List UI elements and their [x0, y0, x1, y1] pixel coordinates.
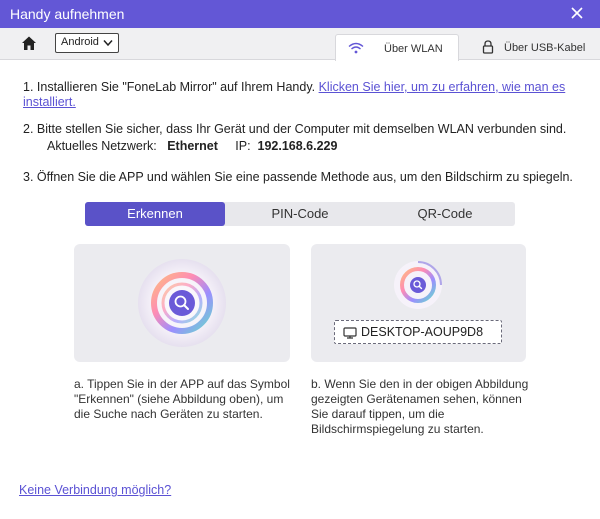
detect-illustration-card: [74, 244, 290, 362]
toolbar: Android Über WLAN Über USB-Kabel: [0, 28, 600, 61]
tab-wlan-label: Über WLAN: [384, 43, 443, 55]
network-label: Aktuelles Netzwerk:: [47, 139, 157, 153]
close-icon[interactable]: [568, 4, 586, 22]
description-right: b. Wenn Sie den in der obigen Abbildung …: [311, 377, 529, 436]
home-icon[interactable]: [20, 34, 38, 52]
step-1: 1. Installieren Sie "FoneLab Mirror" auf…: [23, 80, 583, 110]
os-select-value: Android: [61, 36, 99, 48]
title-bar: Handy aufnehmen: [0, 0, 600, 28]
scanning-icon: [394, 261, 442, 309]
no-connection-link[interactable]: Keine Verbindung möglich?: [19, 483, 171, 497]
network-value: Ethernet: [167, 139, 218, 153]
description-left: a. Tippen Sie in der APP auf das Symbol …: [74, 377, 290, 421]
window-title: Handy aufnehmen: [10, 6, 125, 22]
tab-erkennen[interactable]: Erkennen: [85, 202, 225, 226]
tab-pin-code[interactable]: PIN-Code: [230, 202, 370, 226]
tab-qr-code[interactable]: QR-Code: [375, 202, 515, 226]
monitor-icon: [343, 327, 357, 339]
lock-icon: [482, 40, 494, 54]
device-item[interactable]: DESKTOP-AOUP9D8: [334, 320, 502, 344]
detect-illustration-icon: [138, 259, 226, 347]
tab-wlan[interactable]: Über WLAN: [335, 34, 459, 61]
chevron-down-icon: [103, 40, 113, 47]
wifi-icon: [348, 42, 364, 54]
step-1-text: 1. Installieren Sie "FoneLab Mirror" auf…: [23, 80, 319, 94]
device-name: DESKTOP-AOUP9D8: [361, 325, 484, 339]
os-select[interactable]: Android: [55, 33, 119, 53]
device-list-card: DESKTOP-AOUP9D8: [311, 244, 526, 362]
ip-value: 192.168.6.229: [257, 139, 338, 153]
tab-usb-label: Über USB-Kabel: [504, 42, 586, 54]
step-3: 3. Öffnen Sie die APP und wählen Sie ein…: [23, 170, 573, 184]
network-info: Aktuelles Netzwerk: Ethernet IP: 192.168…: [47, 139, 337, 153]
ip-label: IP:: [235, 139, 251, 153]
step-2: 2. Bitte stellen Sie sicher, dass Ihr Ge…: [23, 122, 567, 136]
method-tabs: Erkennen PIN-Code QR-Code: [85, 202, 515, 226]
tab-usb-cable[interactable]: Über USB-Kabel: [470, 34, 595, 61]
